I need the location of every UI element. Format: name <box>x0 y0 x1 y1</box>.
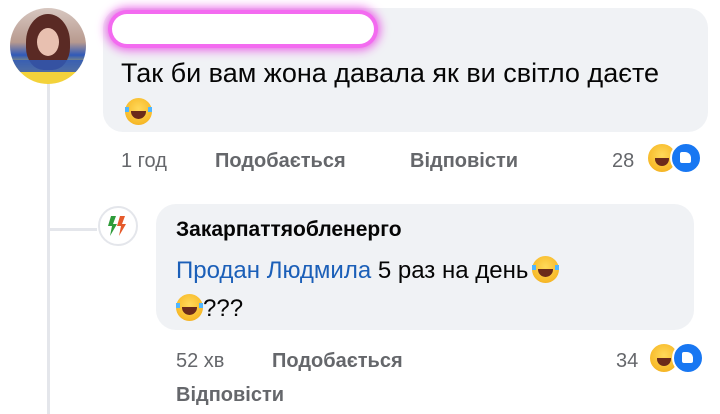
thread-line-branch <box>47 228 97 231</box>
like-button[interactable]: Подобається <box>215 150 346 173</box>
reaction-icons[interactable] <box>646 142 702 174</box>
like-button[interactable]: Подобається <box>272 350 403 373</box>
redacted-author-name <box>112 14 374 44</box>
avatar-face <box>37 28 59 56</box>
reply-button[interactable]: Відповісти <box>410 150 518 173</box>
like-reaction-icon <box>670 142 702 174</box>
mention-link[interactable]: Продан Людмила <box>176 257 371 284</box>
comment-time[interactable]: 1 год <box>121 150 167 173</box>
avatar[interactable] <box>10 8 86 84</box>
reply-button[interactable]: Відповісти <box>176 384 284 407</box>
reply-text: Продан Людмила 5 раз на день ??? <box>176 252 676 328</box>
laughing-emoji-icon <box>125 98 152 125</box>
lightning-logo-icon <box>108 216 126 236</box>
like-reaction-icon <box>672 342 704 374</box>
comment-text-body: Так би вам жона давала як ви світло даєт… <box>121 58 660 88</box>
reaction-icons[interactable] <box>648 342 704 374</box>
thread-line <box>47 80 50 414</box>
comment-text: Так би вам жона давала як ви світло даєт… <box>121 54 681 130</box>
avatar-flag-band <box>10 60 86 72</box>
reaction-count[interactable]: 34 <box>616 350 638 373</box>
reaction-count[interactable]: 28 <box>612 150 634 173</box>
comment-time[interactable]: 52 хв <box>176 350 224 373</box>
reply-text-suffix: ??? <box>203 295 244 322</box>
avatar[interactable] <box>98 206 138 246</box>
reply-text-body: 5 раз на день <box>371 257 529 284</box>
comment-author[interactable]: Закарпаттяобленерго <box>176 218 402 242</box>
laughing-emoji-icon <box>176 294 203 321</box>
laughing-emoji-icon <box>532 256 560 283</box>
